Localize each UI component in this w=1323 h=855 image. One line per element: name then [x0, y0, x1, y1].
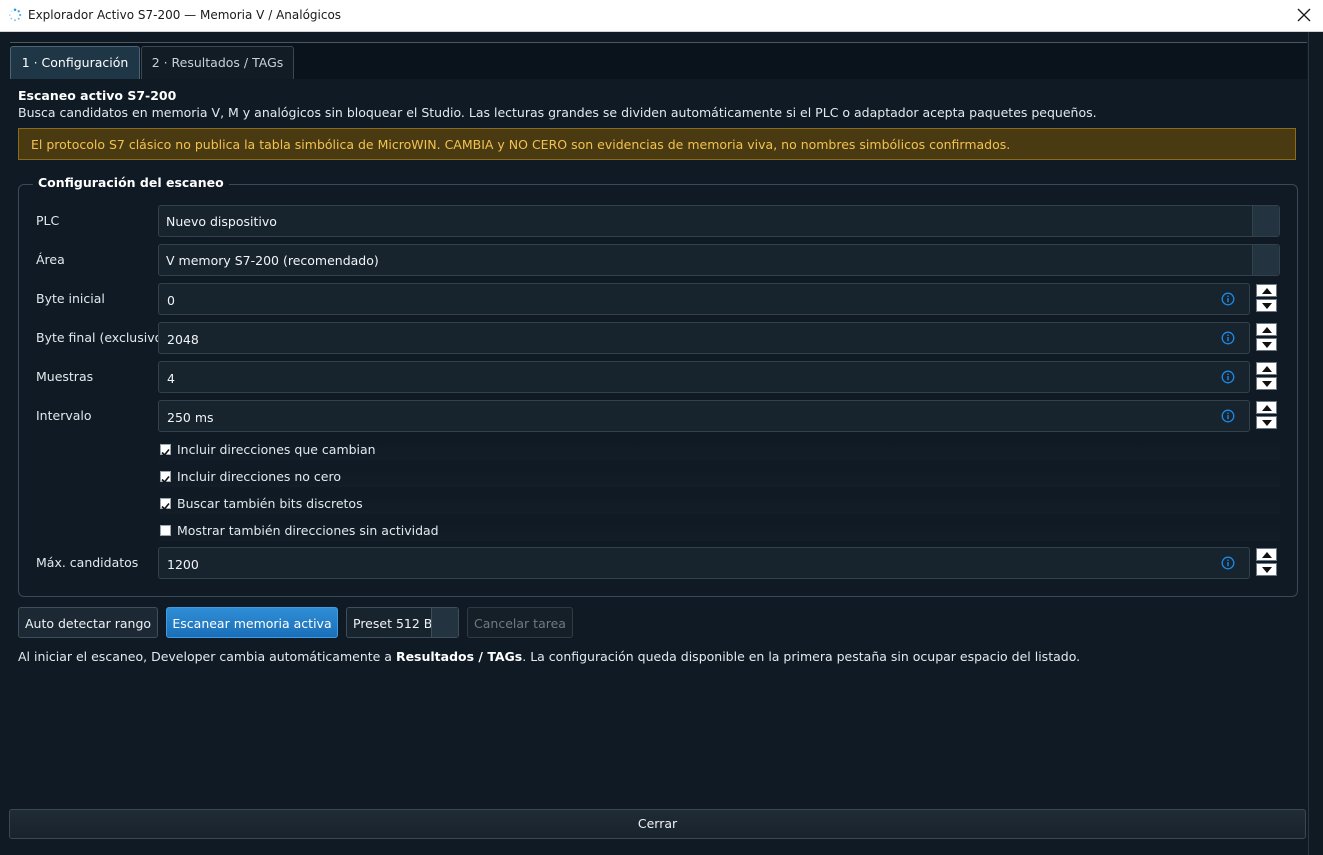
checkbox[interactable] — [160, 444, 171, 457]
scan-button[interactable]: Escanear memoria activa — [166, 607, 338, 638]
check-show-inactive[interactable]: Mostrar también direcciones sin activida… — [159, 521, 1280, 541]
plc-label: PLC — [36, 213, 60, 228]
plc-dropdown-button[interactable] — [1252, 206, 1279, 236]
window-title: Explorador Activo S7-200 — Memoria V / A… — [28, 8, 342, 22]
group-title: Configuración del escaneo — [33, 175, 229, 190]
increment-button[interactable] — [1256, 548, 1277, 561]
preset-select[interactable]: Preset 512 B — [346, 607, 459, 638]
warning-banner: El protocolo S7 clásico no publica la ta… — [18, 128, 1296, 160]
byte-end-value: 2048 — [167, 332, 199, 347]
loading-spinner-icon — [8, 8, 22, 22]
checkbox-label[interactable]: Incluir direcciones que cambian — [177, 442, 376, 457]
area-label: Área — [36, 252, 65, 267]
footnote: Al iniciar el escaneo, Developer cambia … — [18, 649, 1080, 664]
checkbox-label[interactable]: Mostrar también direcciones sin activida… — [177, 523, 439, 538]
arrow-down-icon — [1262, 342, 1272, 348]
decrement-button[interactable] — [1256, 563, 1277, 576]
byte-start-value: 0 — [167, 293, 175, 308]
byte-start-label: Byte inicial — [36, 291, 105, 306]
max-candidates-label: Máx. candidatos — [36, 555, 139, 570]
tab-resultados[interactable]: 2 · Resultados / TAGs — [141, 46, 294, 79]
plc-value: Nuevo dispositivo — [166, 214, 277, 229]
checkmark-icon — [161, 475, 170, 484]
check-include-changing[interactable]: Incluir direcciones que cambian — [159, 440, 1280, 460]
checkmark-icon — [161, 448, 170, 457]
cancel-task-button[interactable]: Cancelar tarea — [467, 607, 573, 638]
arrow-down-icon — [1262, 567, 1272, 573]
area-value: V memory S7-200 (recomendado) — [166, 253, 379, 268]
checkbox-label[interactable]: Incluir direcciones no cero — [177, 469, 341, 484]
plc-select[interactable]: Nuevo dispositivo — [158, 205, 1280, 237]
close-icon[interactable] — [1293, 4, 1315, 26]
byte-start-stepper — [1256, 284, 1279, 314]
max-candidates-stepper — [1256, 548, 1279, 578]
footnote-text: Al iniciar el escaneo, Developer cambia … — [18, 649, 396, 664]
checkmark-icon — [161, 502, 170, 511]
decrement-button[interactable] — [1256, 299, 1277, 312]
byte-start-input[interactable]: 0 — [158, 283, 1250, 315]
checkbox[interactable] — [160, 471, 171, 484]
area-dropdown-button[interactable] — [1252, 245, 1279, 275]
arrow-up-icon — [1262, 327, 1272, 333]
interval-stepper — [1256, 401, 1279, 431]
close-button[interactable]: Cerrar — [9, 809, 1306, 839]
footnote-emphasis: Resultados / TAGs — [395, 649, 523, 664]
checkbox-label[interactable]: Buscar también bits discretos — [177, 496, 363, 511]
byte-end-input[interactable]: 2048 — [158, 322, 1250, 354]
interval-input[interactable]: 250 ms — [158, 400, 1250, 432]
arrow-down-icon — [1262, 303, 1272, 309]
arrow-up-icon — [1262, 405, 1272, 411]
decrement-button[interactable] — [1256, 338, 1277, 351]
arrow-up-icon — [1262, 366, 1272, 372]
decrement-button[interactable] — [1256, 416, 1277, 429]
area-select[interactable]: V memory S7-200 (recomendado) — [158, 244, 1280, 276]
tab-bar: 1 · Configuración 2 · Resultados / TAGs — [10, 42, 1307, 80]
auto-detect-button[interactable]: Auto detectar rango — [18, 607, 158, 638]
increment-button[interactable] — [1256, 284, 1277, 297]
info-icon[interactable] — [1221, 370, 1235, 384]
arrow-down-icon — [1262, 420, 1272, 426]
byte-end-label: Byte final (exclusivo) — [36, 330, 168, 345]
info-icon[interactable] — [1221, 409, 1235, 423]
samples-label: Muestras — [36, 369, 94, 384]
arrow-up-icon — [1262, 552, 1272, 558]
interval-value: 250 ms — [167, 410, 214, 425]
page-title: Escaneo activo S7-200 — [18, 88, 177, 103]
window-edge — [1308, 32, 1323, 855]
samples-value: 4 — [167, 371, 175, 386]
check-include-nonzero[interactable]: Incluir direcciones no cero — [159, 467, 1280, 487]
increment-button[interactable] — [1256, 323, 1277, 336]
increment-button[interactable] — [1256, 362, 1277, 375]
increment-button[interactable] — [1256, 401, 1277, 414]
interval-label: Intervalo — [36, 408, 92, 423]
max-candidates-value: 1200 — [167, 557, 199, 572]
tab-configuracion[interactable]: 1 · Configuración — [10, 46, 140, 79]
page-description: Busca candidatos en memoria V, M y analó… — [18, 105, 1097, 120]
samples-input[interactable]: 4 — [158, 361, 1250, 393]
info-icon[interactable] — [1221, 331, 1235, 345]
info-icon[interactable] — [1221, 556, 1235, 570]
checkbox[interactable] — [160, 498, 171, 511]
preset-value: Preset 512 B — [353, 616, 433, 631]
byte-end-stepper — [1256, 323, 1279, 353]
checkbox[interactable] — [160, 525, 171, 536]
config-panel: Escaneo activo S7-200 Busca candidatos e… — [10, 79, 1307, 799]
arrow-up-icon — [1262, 288, 1272, 294]
max-candidates-input[interactable]: 1200 — [158, 547, 1250, 579]
samples-stepper — [1256, 362, 1279, 392]
check-discrete-bits[interactable]: Buscar también bits discretos — [159, 494, 1280, 514]
title-bar: Explorador Activo S7-200 — Memoria V / A… — [0, 0, 1323, 32]
preset-dropdown-button[interactable] — [431, 608, 458, 637]
scan-config-group: Configuración del escaneo PLC Nuevo disp… — [18, 175, 1298, 597]
footnote-text-end: . La configuración queda disponible en l… — [522, 649, 1081, 664]
arrow-down-icon — [1262, 381, 1272, 387]
decrement-button[interactable] — [1256, 377, 1277, 390]
info-icon[interactable] — [1221, 292, 1235, 306]
